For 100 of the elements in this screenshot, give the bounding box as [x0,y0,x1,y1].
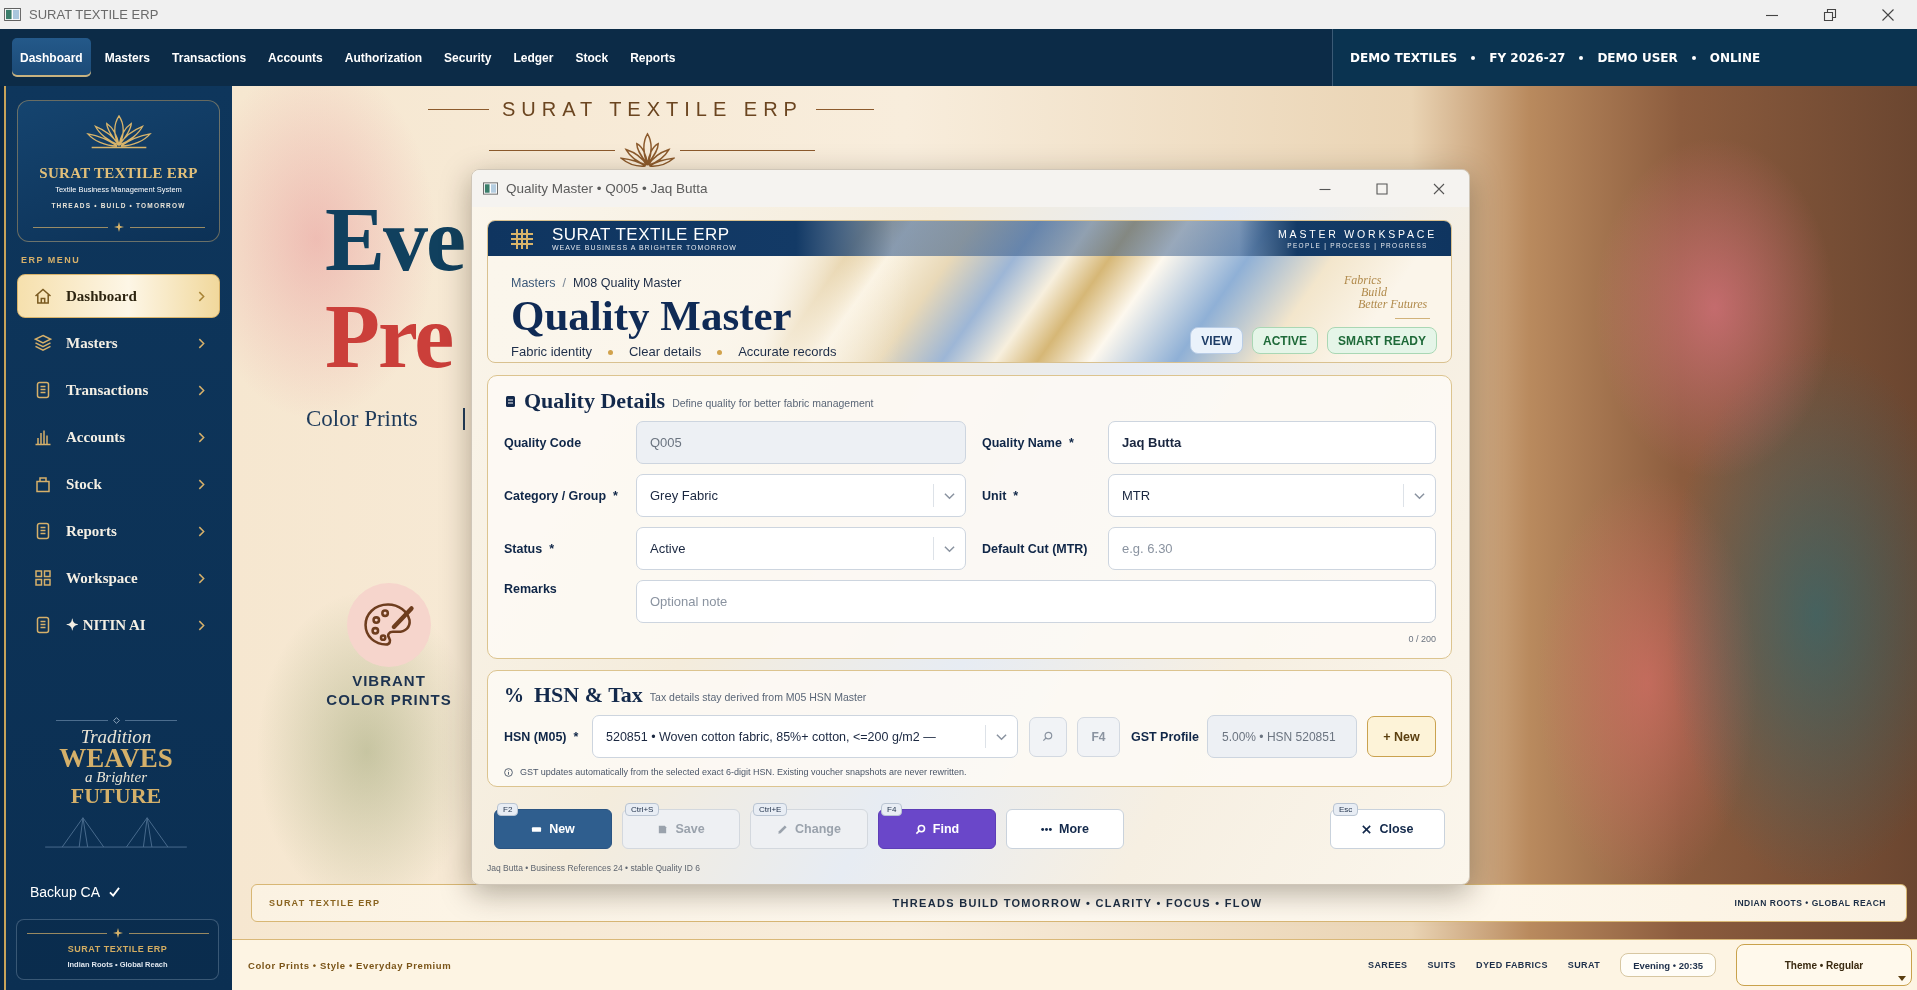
bullet-icon [1691,55,1696,60]
chevron-down-icon [944,491,955,500]
page-title: Quality Master [511,294,792,338]
field-label: Category / Group * [504,487,619,504]
strip-reach: INDIAN ROOTS • GLOBAL REACH [1734,898,1886,908]
dropdown-field[interactable]: 520851 • Woven cotton fabric, 85%+ cotton, <=200 g/m2 — [592,715,1018,758]
section-title: Quality Details [524,388,666,414]
field-label: Quality Code [504,434,583,451]
chevron-right-icon [198,619,205,631]
session-info: ONLINE [1709,50,1761,65]
palette-icon [347,583,431,667]
session-info: DEMO USER [1597,50,1678,65]
status-badge: VIEW [1190,327,1243,354]
input-field[interactable]: Optional note [636,580,1436,623]
save-icon [657,823,669,835]
diamond-icon [112,716,120,724]
footer-link[interactable]: SAREES [1368,960,1408,970]
lattice-icon [510,227,534,250]
input-field[interactable]: 5.00% • HSN 520851 [1207,715,1357,758]
sidebar-item[interactable]: Masters [17,321,220,365]
menu-tab[interactable]: Authorization [336,38,431,77]
menu-tab[interactable]: Stock [567,38,617,77]
search-icon [1042,731,1054,742]
chevron-right-icon [198,478,205,490]
menu-tab[interactable]: Transactions [164,38,255,77]
chevron-right-icon [198,431,205,443]
bullet-icon [607,349,613,355]
sidebar-item[interactable]: Reports [17,509,220,553]
chevron-down-icon [1414,491,1425,500]
clock-pill: Evening • 20:35 [1620,953,1716,977]
dropdown-field[interactable]: MTR [1108,474,1436,517]
menu-tab[interactable]: Dashboard [12,38,91,77]
char-counter: 0 / 200 [1408,633,1436,645]
motto-text: Tradition WEAVES a Brighter FUTURE [59,727,173,806]
new-hsn-button[interactable]: + New [1367,716,1436,757]
footer-link[interactable]: SUITS [1427,960,1456,970]
menu-tab[interactable]: Security [436,38,500,77]
bullet-icon [717,349,723,355]
restore-icon[interactable] [1823,7,1837,22]
footer-link[interactable]: DYED FABRICS [1476,960,1548,970]
chevron-down-icon [995,732,1007,741]
close-icon[interactable] [1881,7,1895,22]
field-label: Unit * [981,487,1020,504]
input-field[interactable]: Q005 [636,421,966,464]
field-label: Status * [504,540,556,557]
chevron-right-icon [198,290,205,302]
document-icon [34,522,52,540]
menu-tab[interactable]: Masters [96,38,159,77]
dropdown-field[interactable]: Grey Fabric [636,474,966,517]
caret-down-icon [1898,976,1906,981]
info-note: GST updates automatically from the selected exact 6-digit HSN. Existing voucher snapshots are never rewritten. [520,766,967,778]
input-field[interactable]: Jaq Butta [1108,421,1436,464]
field-label: GST Profile [1130,728,1199,745]
sidebar-item[interactable]: Stock [17,462,220,506]
section-subtitle: Tax details stay derived from M05 HSN Master [649,691,867,703]
breadcrumb-link[interactable]: Masters [511,276,556,291]
workspace-title: MASTER WORKSPACE [1278,227,1437,241]
maximize-icon[interactable] [1376,182,1388,195]
sidebar-item[interactable]: Transactions [17,368,220,412]
field-label: Default Cut (MTR) [981,540,1089,557]
backup-status: Backup CA [30,883,101,901]
headline-text: Pre [325,288,453,385]
dialog-title: Quality Master • Q005 • Jaq Butta [506,181,708,196]
shortcut-badge: Ctrl+E [753,803,788,816]
sidebar-item[interactable]: Dashboard [17,274,220,318]
document-icon [34,381,52,399]
sidebar-item[interactable]: Accounts [17,415,220,459]
close-icon[interactable] [1433,182,1445,195]
menu-tab[interactable]: Reports [622,38,684,77]
strip-values: THREADS BUILD TOMORROW • CLARITY • FOCUS • FLOW [892,897,1263,909]
chevron-right-icon [198,525,205,537]
sidebar-item[interactable]: Workspace [17,556,220,600]
lotus-icon [85,112,152,150]
status-badge: SMART READY [1327,327,1437,354]
menu-heading: ERP MENU [21,255,81,266]
pencil-icon [777,823,789,835]
sparkle-icon [112,928,123,938]
bag-icon [34,475,52,493]
sidebar-item[interactable]: ✦ NITIN AI [17,603,220,647]
bullet-icon [1471,55,1476,60]
dropdown-field[interactable]: Active [636,527,966,570]
menu-tab[interactable]: Ledger [505,38,562,77]
session-info: FY 2026-27 [1489,50,1566,65]
session-info: DEMO TEXTILES [1350,50,1458,65]
document-icon [34,616,52,634]
motto-text: Fabrics Build Better Futures [1344,274,1429,310]
section-title: HSN & Tax [534,682,643,708]
menu-tab[interactable]: Accounts [260,38,331,77]
banner-brand: SURAT TEXTILE ERP [552,225,731,243]
sparkle-icon [113,222,124,232]
input-field[interactable]: e.g. 6.30 [1108,527,1436,570]
more-button[interactable]: More [1006,809,1124,849]
shortcut-badge: Esc [1333,803,1359,816]
theme-button[interactable]: Theme • Regular [1736,944,1912,986]
search-icon [914,823,926,835]
section-subtitle: Define quality for better fabric management [672,397,874,409]
grid-icon [34,569,52,587]
footer-link[interactable]: SURAT [1567,960,1601,970]
highlight-text: Fabric identity [511,344,592,360]
percent-symbol: % [504,683,524,707]
